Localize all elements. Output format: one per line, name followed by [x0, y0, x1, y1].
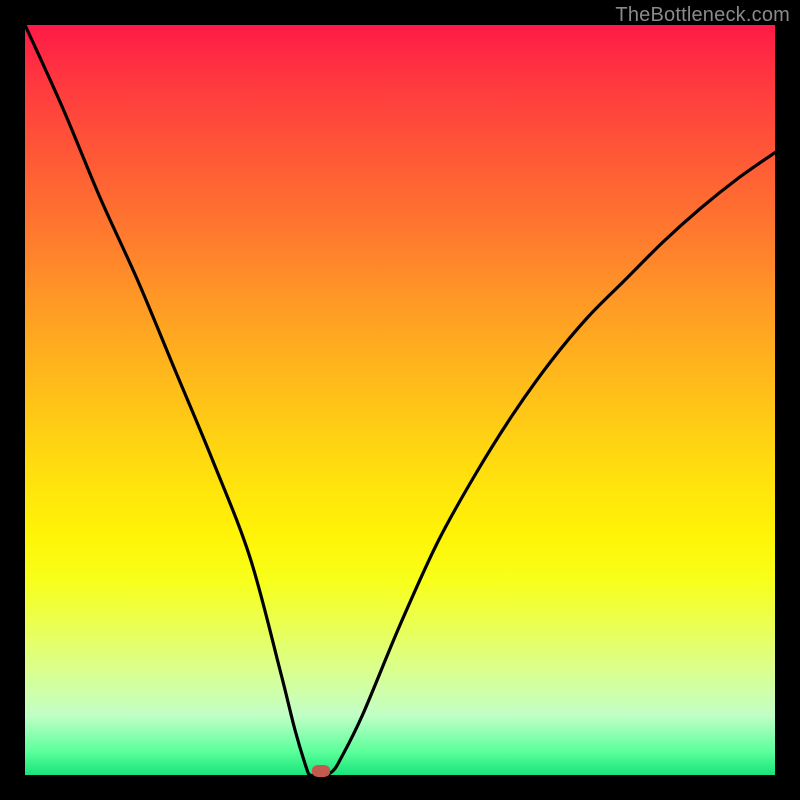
bottleneck-curve [25, 25, 775, 775]
plot-area [25, 25, 775, 775]
chart-frame: TheBottleneck.com [0, 0, 800, 800]
optimal-point-marker [312, 765, 330, 777]
watermark-text: TheBottleneck.com [615, 4, 790, 27]
